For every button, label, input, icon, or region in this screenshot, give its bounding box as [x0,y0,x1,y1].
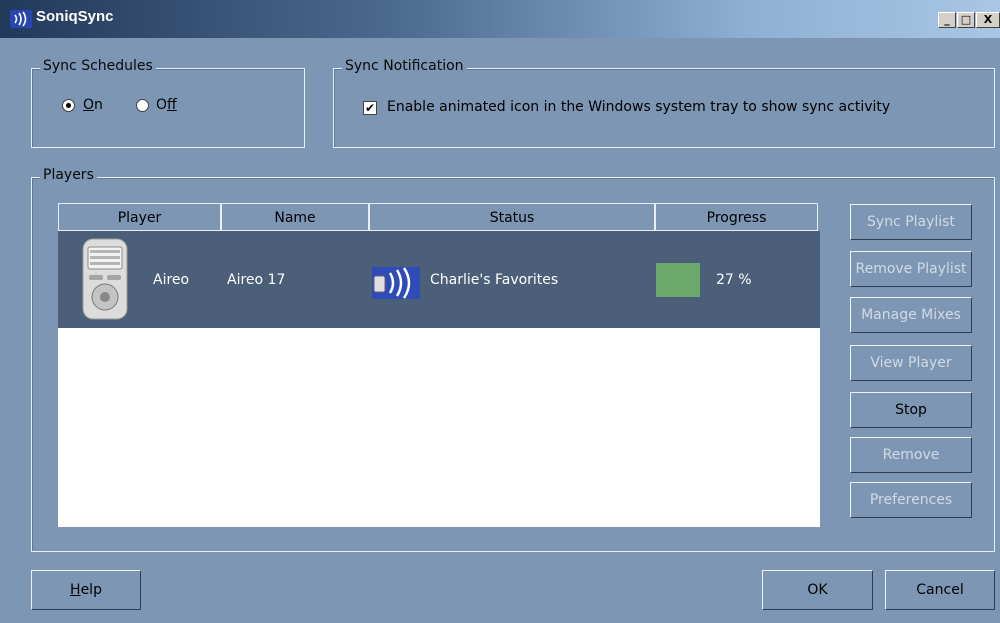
view-player-button[interactable]: View Player [850,345,972,381]
sync-schedules-legend: Sync Schedules [40,58,156,74]
progress-percent-text: 27 % [716,272,752,288]
remove-playlist-button[interactable]: Remove Playlist [850,251,972,287]
ok-button[interactable]: OK [762,570,873,610]
column-header-status[interactable]: Status [369,203,655,231]
aireo-device-icon [80,237,130,326]
manage-mixes-button[interactable]: Manage Mixes [850,297,972,333]
column-header-name[interactable]: Name [221,203,369,231]
column-header-player[interactable]: Player [58,203,221,231]
sync-playlist-button[interactable]: Sync Playlist [850,204,972,240]
help-button[interactable]: Help [31,570,141,610]
sync-notification-legend: Sync Notification [342,58,467,74]
sync-off-label[interactable]: Off [156,97,177,113]
close-button[interactable]: X [976,12,1000,28]
column-header-progress[interactable]: Progress [655,203,818,231]
stop-button[interactable]: Stop [850,392,972,428]
window-title: SoniqSync [36,8,114,25]
player-name-cell: Aireo 17 [227,272,286,288]
player-model-cell: Aireo [153,272,190,288]
preferences-button[interactable]: Preferences [850,482,972,518]
minimize-button[interactable]: _ [938,12,956,28]
sync-notification-group: Sync Notification ✔ Enable animated icon… [333,58,995,148]
playlist-status-cell: Charlie's Favorites [430,272,559,288]
progress-bar-fill [656,263,700,297]
sync-on-label[interactable]: On [83,97,103,113]
sync-schedules-group: Sync Schedules On Off [31,58,305,148]
animated-icon-checkbox[interactable]: ✔ [363,101,377,115]
soniqsync-app-icon [10,10,32,28]
players-table-header: Player Name Status Progress [58,203,820,231]
players-legend: Players [40,167,97,183]
table-row[interactable]: Aireo Aireo 17 Charlie's Favorites 27 % [58,231,820,328]
playlist-sync-icon [372,267,420,303]
animated-icon-label[interactable]: Enable animated icon in the Windows syst… [387,99,890,115]
remove-button[interactable]: Remove [850,437,972,473]
title-bar: SoniqSync _ □ X [0,0,1000,38]
players-table: Player Name Status Progress Aireo Aireo … [58,203,820,527]
sync-on-radio[interactable] [62,99,75,112]
maximize-button[interactable]: □ [957,12,975,28]
sync-off-radio[interactable] [136,99,149,112]
cancel-button[interactable]: Cancel [885,570,995,610]
